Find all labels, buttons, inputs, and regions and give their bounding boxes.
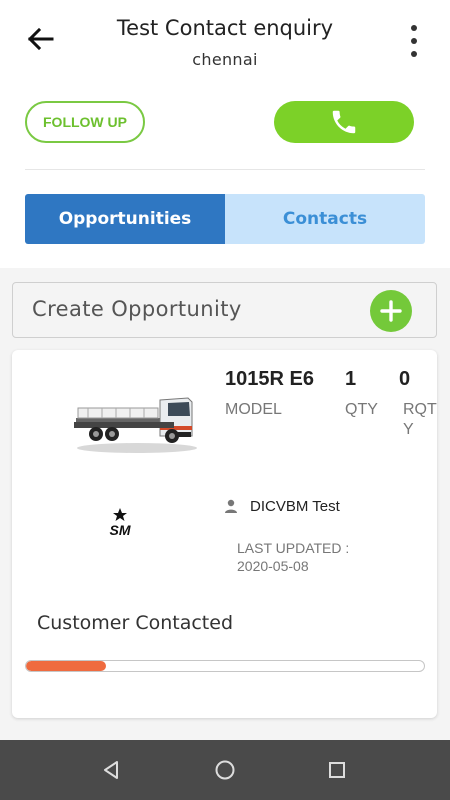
back-button[interactable]	[20, 20, 60, 58]
progress-bar	[25, 660, 425, 672]
square-recents-icon	[329, 762, 345, 778]
page-subtitle: chennai	[192, 50, 258, 69]
qty-label: QTY	[345, 401, 378, 418]
triangle-back-icon	[104, 761, 118, 779]
model-value: 1015R E6	[225, 368, 314, 390]
page-title: Test Contact enquiry	[116, 16, 334, 40]
nav-recents-button[interactable]	[325, 758, 349, 782]
tab-bar: Opportunities Contacts	[25, 194, 425, 244]
truck-image	[74, 397, 197, 453]
phone-icon	[332, 110, 356, 134]
progress-fill	[26, 661, 106, 671]
app-header: Test Contact enquiry chennai	[0, 0, 450, 88]
call-button[interactable]	[274, 101, 414, 143]
create-opportunity-bar[interactable]: Create Opportunity	[12, 282, 437, 338]
person-icon	[225, 499, 237, 513]
create-opportunity-label: Create Opportunity	[32, 297, 242, 321]
arrow-left-icon	[27, 27, 54, 51]
more-vertical-icon	[411, 25, 417, 31]
status-text: Customer Contacted	[37, 612, 234, 634]
tab-opportunities[interactable]: Opportunities	[25, 194, 225, 244]
owner-name: DICVBM Test	[250, 498, 340, 515]
nav-home-button[interactable]	[213, 758, 237, 782]
circle-home-icon	[215, 760, 235, 780]
follow-up-button[interactable]: FOLLOW UP	[25, 101, 145, 143]
last-updated-label: LAST UPDATED :	[237, 540, 350, 556]
section-divider	[25, 169, 425, 170]
rqty-label: RQT Y	[403, 401, 437, 438]
nav-back-button[interactable]	[100, 758, 124, 782]
rqty-value: 0	[399, 368, 411, 390]
add-opportunity-button[interactable]	[370, 290, 412, 332]
plus-icon	[380, 300, 402, 322]
screen: Test Contact enquiry chennai FOLLOW UP O…	[0, 0, 450, 800]
svg-text:SM: SM	[110, 522, 131, 538]
model-label: MODEL	[225, 401, 282, 418]
opportunity-card[interactable]: 1015R E6 MODEL 1 QTY 0 RQT Y SM DICVBM T…	[12, 350, 437, 718]
qty-value: 1	[345, 368, 357, 390]
more-options-button[interactable]	[402, 22, 426, 60]
tab-contacts[interactable]: Contacts	[225, 194, 425, 244]
brand-logo: SM	[110, 508, 131, 538]
last-updated-value: 2020-05-08	[237, 558, 309, 574]
system-nav-bar	[0, 740, 450, 800]
